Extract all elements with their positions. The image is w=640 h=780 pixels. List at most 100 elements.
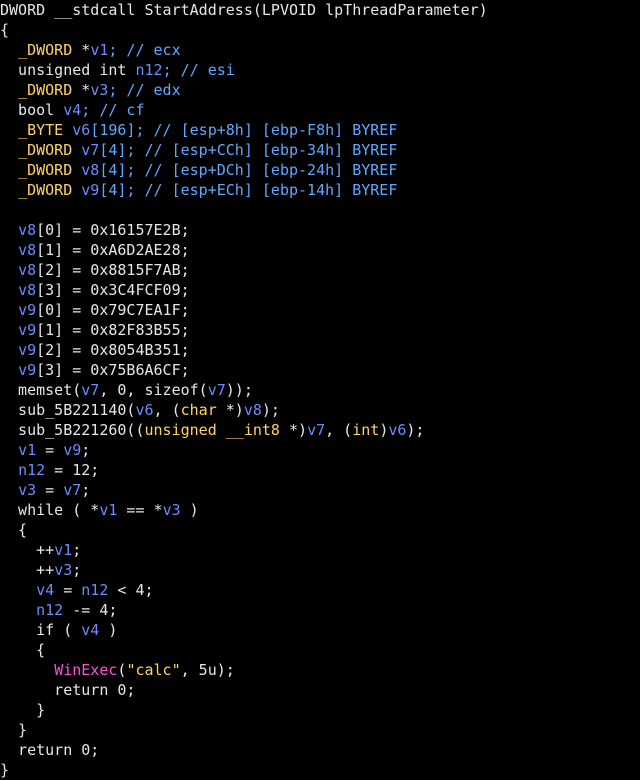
code-token: v1 (90, 41, 109, 59)
code-token: v4 (81, 621, 100, 639)
code-token: [4]; // [esp+ECh] [ebp-14h] BYREF (99, 181, 398, 199)
code-token: * (72, 41, 91, 59)
code-line[interactable]: } (0, 760, 640, 780)
code-line[interactable]: ++v3; (0, 560, 640, 580)
code-token: [2] = 0x8815F7AB; (36, 261, 190, 279)
code-line[interactable]: } (0, 720, 640, 740)
code-line[interactable]: unsigned int n12; // esi (0, 60, 640, 80)
code-token: n12 (135, 61, 163, 79)
code-token: [3] = 0x3C4FCF09; (36, 281, 190, 299)
code-line[interactable]: return 0; (0, 680, 640, 700)
code-token: [4]; // [esp+DCh] [ebp-24h] BYREF (99, 161, 398, 179)
code-line[interactable]: sub_5B221140(v6, (char *)v8); (0, 400, 640, 420)
code-token: v8 (18, 221, 37, 239)
code-token: = 12; (45, 461, 100, 479)
code-token: [1] = 0x82F83B55; (36, 321, 190, 339)
code-token: "calc" (126, 661, 181, 679)
code-token: unsigned __int8 (144, 421, 280, 439)
code-line[interactable]: } (0, 700, 640, 720)
code-line[interactable]: v4 = n12 < 4; (0, 580, 640, 600)
code-line[interactable] (0, 200, 640, 220)
code-token: v6 (135, 401, 154, 419)
code-token: v9 (81, 181, 100, 199)
code-token: ; // edx (108, 81, 181, 99)
code-token: ; // ecx (108, 41, 181, 59)
code-token: WinExec (54, 661, 118, 679)
code-line[interactable]: _DWORD *v3; // edx (0, 80, 640, 100)
code-line[interactable]: v9[2] = 0x8054B351; (0, 340, 640, 360)
code-line[interactable]: { (0, 20, 640, 40)
code-token: v4 (36, 581, 55, 599)
code-token: } (0, 721, 28, 739)
code-line[interactable]: { (0, 520, 640, 540)
code-line[interactable]: n12 = 12; (0, 460, 640, 480)
code-line[interactable]: v9[1] = 0x82F83B55; (0, 320, 640, 340)
pseudocode-view[interactable]: DWORD __stdcall StartAddress(LPVOID lpTh… (0, 0, 640, 780)
code-token: , ( (153, 401, 181, 419)
code-line[interactable]: _DWORD *v1; // ecx (0, 40, 640, 60)
code-line[interactable]: WinExec("calc", 5u); (0, 660, 640, 680)
code-token: [196]; // [esp+8h] [ebp-F8h] BYREF (90, 121, 398, 139)
code-token: v3 (18, 481, 37, 499)
code-token: ; (72, 561, 82, 579)
code-token: _DWORD (18, 181, 73, 199)
code-token: _DWORD (18, 161, 73, 179)
code-line[interactable]: v8[3] = 0x3C4FCF09; (0, 280, 640, 300)
code-token: v8 (18, 241, 37, 259)
code-line[interactable]: v8[2] = 0x8815F7AB; (0, 260, 640, 280)
code-line[interactable]: { (0, 640, 640, 660)
code-token: v9 (18, 361, 37, 379)
code-line[interactable]: v9[3] = 0x75B6A6CF; (0, 360, 640, 380)
code-token: v8 (18, 281, 37, 299)
code-token: ; (81, 441, 91, 459)
code-token: [3] = 0x75B6A6CF; (36, 361, 190, 379)
code-line[interactable]: v8[0] = 0x16157E2B; (0, 220, 640, 240)
code-token: { (0, 521, 28, 539)
code-token: , 5u); (180, 661, 235, 679)
code-token: _BYTE (18, 121, 64, 139)
code-line[interactable]: _DWORD v8[4]; // [esp+DCh] [ebp-24h] BYR… (0, 160, 640, 180)
code-line[interactable]: v1 = v9; (0, 440, 640, 460)
code-line[interactable]: _DWORD v9[4]; // [esp+ECh] [ebp-14h] BYR… (0, 180, 640, 200)
code-line[interactable]: memset(v7, 0, sizeof(v7)); (0, 380, 640, 400)
code-line[interactable]: return 0; (0, 740, 640, 760)
code-line[interactable]: DWORD __stdcall StartAddress(LPVOID lpTh… (0, 0, 640, 20)
code-token: v7 (63, 481, 82, 499)
code-line[interactable]: bool v4; // cf (0, 100, 640, 120)
code-line[interactable]: _BYTE v6[196]; // [esp+8h] [ebp-F8h] BYR… (0, 120, 640, 140)
code-line[interactable]: if ( v4 ) (0, 620, 640, 640)
code-line[interactable]: ++v1; (0, 540, 640, 560)
code-line[interactable]: while ( *v1 == *v3 ) (0, 500, 640, 520)
code-token: v9 (18, 341, 37, 359)
code-line[interactable]: v3 = v7; (0, 480, 640, 500)
code-token: char (180, 401, 217, 419)
code-line[interactable]: v9[0] = 0x79C7EA1F; (0, 300, 640, 320)
code-token: = (36, 441, 64, 459)
code-token: v9 (63, 441, 82, 459)
code-token: v8 (81, 161, 100, 179)
code-token: _DWORD (18, 41, 73, 59)
code-token: v1 (99, 501, 118, 519)
code-token: while ( * (0, 501, 100, 519)
code-token: return 0; (0, 741, 100, 759)
code-line[interactable]: _DWORD v7[4]; // [esp+CCh] [ebp-34h] BYR… (0, 140, 640, 160)
code-token: bool (0, 101, 64, 119)
code-line[interactable]: n12 -= 4; (0, 600, 640, 620)
code-line[interactable]: v8[1] = 0xA6D2AE28; (0, 240, 640, 260)
code-line[interactable]: sub_5B221260((unsigned __int8 *)v7, (int… (0, 420, 640, 440)
